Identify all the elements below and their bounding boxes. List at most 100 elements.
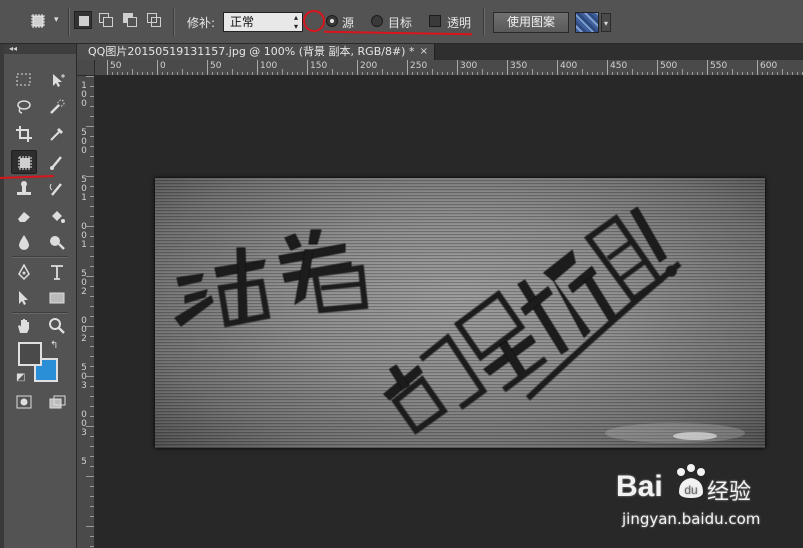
quick-mask-button[interactable] xyxy=(11,390,37,414)
history-brush-tool[interactable] xyxy=(44,177,70,201)
blur-tool[interactable] xyxy=(11,230,37,254)
paint-bucket-tool[interactable] xyxy=(44,204,70,228)
quick-selection-tool[interactable] xyxy=(44,95,70,119)
ruler-tick xyxy=(107,60,108,75)
ruler-minor-tick xyxy=(522,72,523,75)
destination-radio[interactable] xyxy=(371,15,383,27)
document-image[interactable] xyxy=(155,178,765,448)
pen-tool[interactable] xyxy=(11,260,37,284)
ruler-minor-tick xyxy=(86,276,94,277)
ruler-minor-tick xyxy=(90,296,94,297)
ruler-minor-tick xyxy=(90,256,94,257)
ruler-tick xyxy=(357,60,358,75)
ruler-tick xyxy=(407,60,408,75)
default-colors-icon[interactable]: ◩ xyxy=(16,372,25,383)
dodge-tool[interactable] xyxy=(44,230,70,254)
clone-stamp-tool[interactable] xyxy=(11,177,37,201)
ruler-minor-tick xyxy=(427,72,428,75)
toolbar-collapse[interactable]: ◂◂ xyxy=(4,44,76,54)
ruler-minor-tick xyxy=(86,426,94,427)
ruler-minor-tick xyxy=(90,336,94,337)
vertical-ruler[interactable]: 1005005010015020025030035 xyxy=(77,76,95,548)
ruler-minor-tick xyxy=(252,72,253,75)
intersect-selection-button[interactable] xyxy=(145,11,163,29)
eraser-tool[interactable] xyxy=(11,204,37,228)
ruler-minor-tick xyxy=(86,376,94,377)
transparent-label: 透明 xyxy=(447,16,472,30)
type-tool[interactable] xyxy=(44,260,70,284)
ruler-minor-tick xyxy=(642,72,643,75)
ruler-minor-tick xyxy=(90,116,94,117)
chevron-down-icon[interactable]: ▾ xyxy=(601,13,611,32)
ruler-minor-tick xyxy=(90,446,94,447)
ruler-minor-tick xyxy=(227,72,228,75)
ruler-minor-tick xyxy=(212,72,213,75)
add-to-selection-button[interactable] xyxy=(97,11,115,29)
ruler-label: 2 xyxy=(81,287,87,297)
brush-tool[interactable] xyxy=(44,150,70,174)
hand-tool[interactable] xyxy=(11,314,37,338)
ruler-label: 200 xyxy=(360,61,378,71)
path-selection-tool[interactable] xyxy=(11,286,37,310)
destination-label: 目标 xyxy=(388,16,413,30)
patch-tool[interactable] xyxy=(11,150,37,174)
move-tool[interactable] xyxy=(44,68,70,92)
patch-mode-select[interactable]: 正常 ▴ ▾ xyxy=(223,12,303,32)
ruler-minor-tick xyxy=(192,72,193,75)
ruler-minor-tick xyxy=(90,196,94,197)
swap-colors-icon[interactable]: ↰ xyxy=(50,340,58,351)
new-selection-button[interactable] xyxy=(74,11,92,29)
ruler-minor-tick xyxy=(90,386,94,387)
ruler-minor-tick xyxy=(432,69,433,75)
screen-mode-button[interactable] xyxy=(44,390,70,414)
zoom-tool[interactable] xyxy=(44,314,70,338)
ruler-minor-tick xyxy=(627,72,628,75)
close-icon[interactable]: × xyxy=(420,44,428,60)
source-radio[interactable] xyxy=(326,15,338,27)
horizontal-ruler[interactable]: 50 0 50 100 150 200 250 300 350 400 450 500 550 600 xyxy=(95,60,803,76)
ruler-label: 600 xyxy=(760,61,778,71)
ruler-minor-tick xyxy=(287,72,288,75)
marquee-tool[interactable] xyxy=(11,68,37,92)
annotation-underline xyxy=(323,30,473,36)
ruler-minor-tick xyxy=(777,72,778,75)
ruler-minor-tick xyxy=(502,72,503,75)
crop-tool[interactable] xyxy=(11,122,37,146)
document-tab[interactable]: QQ图片20150519131157.jpg @ 100% (背景 副本, RG… xyxy=(77,44,435,60)
ruler-minor-tick xyxy=(90,316,94,317)
tool-preset-picker[interactable]: ▾ xyxy=(22,9,62,33)
ruler-origin[interactable] xyxy=(77,60,95,76)
eyedropper-tool[interactable] xyxy=(44,122,70,146)
ruler-minor-tick xyxy=(202,72,203,75)
patch-label: 修补: xyxy=(187,16,216,30)
transparent-checkbox[interactable] xyxy=(429,15,441,27)
ruler-minor-tick xyxy=(612,72,613,75)
lasso-tool[interactable] xyxy=(11,95,37,119)
watermark-product: 经验 xyxy=(707,480,752,505)
ruler-label: 250 xyxy=(410,61,428,71)
ruler-label: 100 xyxy=(260,61,278,71)
ruler-minor-tick xyxy=(782,69,783,75)
ruler-minor-tick xyxy=(717,72,718,75)
ruler-label: 400 xyxy=(560,61,578,71)
ruler-minor-tick xyxy=(652,72,653,75)
ruler-minor-tick xyxy=(532,69,533,75)
foreground-color-swatch[interactable] xyxy=(18,342,42,366)
ruler-minor-tick xyxy=(90,536,94,537)
ruler-minor-tick xyxy=(437,72,438,75)
rectangle-tool[interactable] xyxy=(44,286,70,310)
use-pattern-button[interactable]: 使用图案 xyxy=(493,12,569,33)
ruler-tick xyxy=(157,60,158,75)
subtract-from-selection-button[interactable] xyxy=(121,11,139,29)
ruler-minor-tick xyxy=(587,72,588,75)
pattern-swatch[interactable] xyxy=(575,12,599,33)
ruler-minor-tick xyxy=(547,72,548,75)
ruler-minor-tick xyxy=(90,236,94,237)
ruler-minor-tick xyxy=(677,72,678,75)
ruler-minor-tick xyxy=(272,72,273,75)
ruler-minor-tick xyxy=(527,72,528,75)
ruler-tick xyxy=(657,60,658,75)
ruler-minor-tick xyxy=(592,72,593,75)
divider xyxy=(68,8,70,36)
ruler-minor-tick xyxy=(172,72,173,75)
